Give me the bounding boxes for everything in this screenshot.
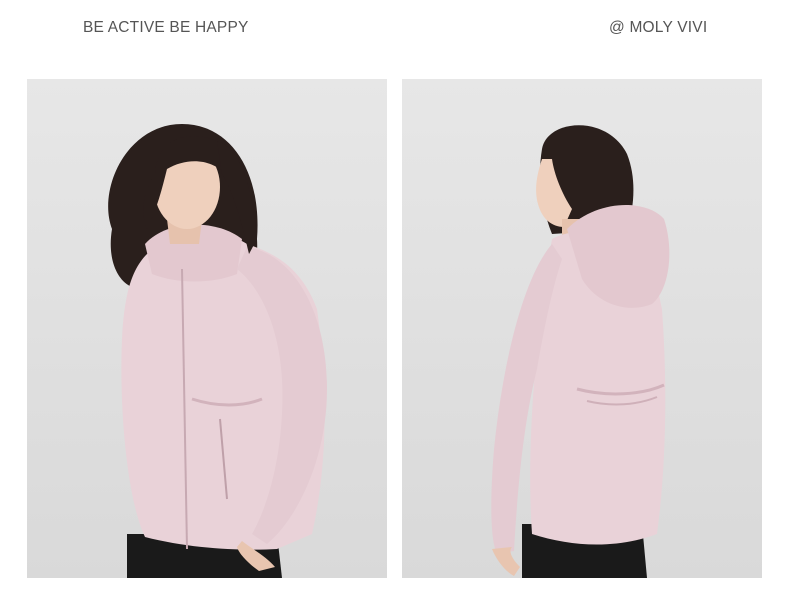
back-view-illustration	[491, 125, 670, 578]
front-view-illustration	[108, 124, 327, 578]
product-photo-back	[402, 79, 762, 578]
product-photo-front	[27, 79, 387, 578]
brand-handle: @ MOLY VIVI	[609, 19, 708, 36]
tagline-text: BE ACTIVE BE HAPPY	[83, 19, 249, 36]
